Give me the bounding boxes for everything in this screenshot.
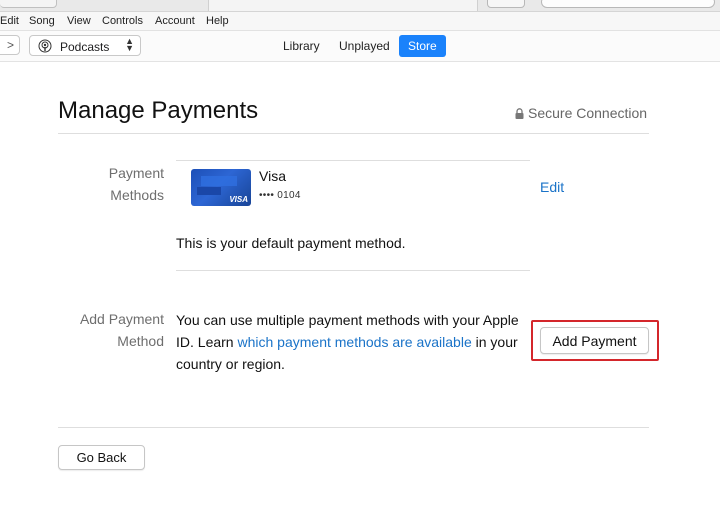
chevron-right-icon: > bbox=[6, 38, 14, 52]
podcast-icon bbox=[38, 39, 52, 53]
card-brand-name: Visa bbox=[259, 168, 286, 184]
menu-bar: Edit Song View Controls Account Help bbox=[0, 12, 720, 31]
search-field[interactable] bbox=[541, 0, 715, 8]
menu-help[interactable]: Help bbox=[206, 15, 229, 27]
toolbar: > Podcasts ▲ ▼ Library Unplayed Store bbox=[0, 31, 720, 62]
now-playing-display bbox=[208, 0, 561, 11]
payment-bottom-divider bbox=[176, 270, 530, 271]
go-back-button[interactable]: Go Back bbox=[58, 445, 145, 470]
menu-song[interactable]: Song bbox=[29, 15, 55, 27]
page-title: Manage Payments bbox=[58, 97, 259, 124]
lock-icon bbox=[515, 108, 524, 119]
card-pattern-block bbox=[197, 187, 221, 195]
add-payment-label-line1: Add Payment bbox=[79, 311, 164, 327]
footer-divider bbox=[58, 427, 649, 428]
menu-controls[interactable]: Controls bbox=[102, 15, 143, 27]
media-kind-selector[interactable]: Podcasts ▲ ▼ bbox=[29, 35, 141, 56]
edit-payment-link[interactable]: Edit bbox=[540, 179, 564, 195]
payment-top-divider bbox=[176, 160, 530, 161]
visa-logo: VISA bbox=[229, 195, 248, 204]
card-pattern-block bbox=[201, 176, 237, 186]
add-payment-label-line2: Method bbox=[117, 333, 164, 349]
header-divider bbox=[58, 133, 649, 134]
updown-chevron-icon: ▲ ▼ bbox=[125, 36, 134, 53]
tab-store[interactable]: Store bbox=[399, 35, 446, 57]
menu-account[interactable]: Account bbox=[155, 15, 195, 27]
tab-unplayed[interactable]: Unplayed bbox=[339, 35, 390, 57]
forward-button[interactable]: > bbox=[0, 35, 20, 55]
payment-methods-label-line1: Payment bbox=[108, 165, 164, 181]
add-payment-method-label: Add Payment Method bbox=[60, 308, 164, 352]
default-payment-message: This is your default payment method. bbox=[176, 235, 406, 251]
payment-methods-label-line2: Methods bbox=[110, 187, 164, 203]
visa-card-image: VISA bbox=[191, 169, 251, 206]
payment-methods-info-link[interactable]: which payment methods are available bbox=[237, 334, 471, 350]
list-view-button[interactable] bbox=[487, 0, 525, 8]
menu-edit[interactable]: Edit bbox=[0, 15, 19, 27]
menu-view[interactable]: View bbox=[67, 15, 91, 27]
secure-connection-label: Secure Connection bbox=[528, 105, 648, 121]
payment-methods-label: Payment Methods bbox=[60, 162, 164, 206]
playback-controls[interactable] bbox=[0, 0, 57, 8]
secure-connection: Secure Connection bbox=[515, 105, 647, 121]
window-chrome bbox=[0, 0, 720, 12]
media-kind-label: Podcasts bbox=[60, 40, 110, 54]
add-payment-button[interactable]: Add Payment bbox=[540, 327, 649, 354]
tab-library[interactable]: Library bbox=[283, 35, 320, 57]
add-payment-description: You can use multiple payment methods wit… bbox=[176, 309, 536, 375]
card-number: •••• 0104 bbox=[259, 190, 301, 201]
